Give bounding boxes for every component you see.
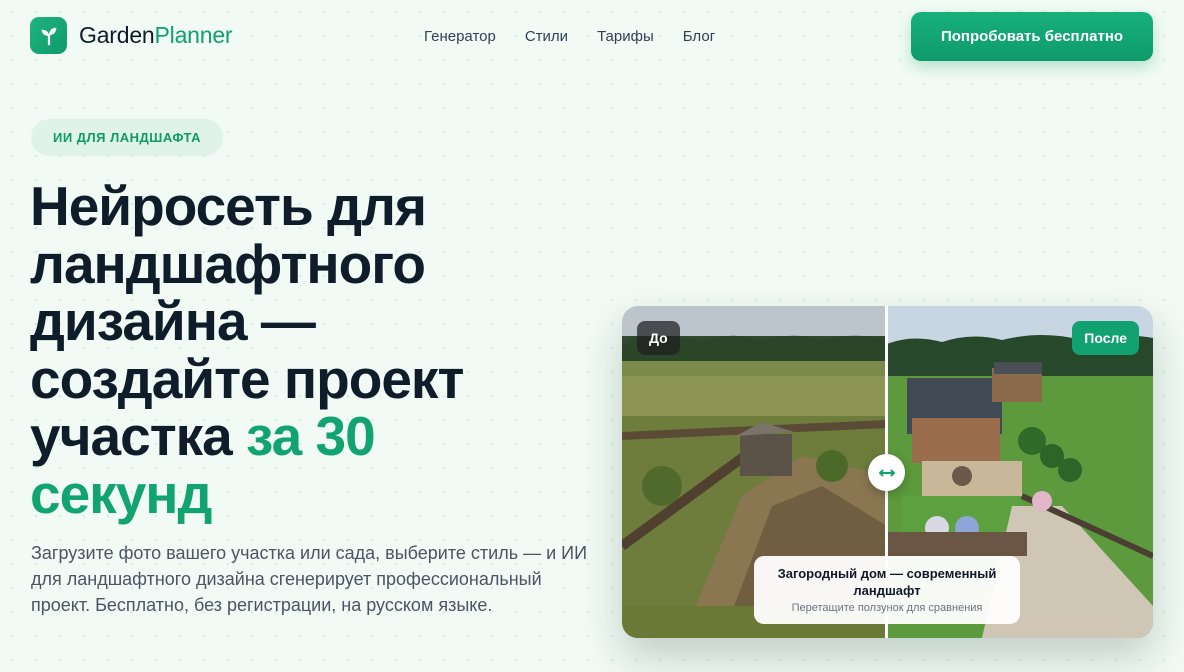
arrows-horizontal-icon <box>878 468 895 478</box>
slider-handle[interactable] <box>868 454 905 491</box>
main-nav: Генератор Стили Тарифы Блог <box>424 28 715 45</box>
caption-hint: Перетащите ползунок для сравнения <box>791 602 983 614</box>
comparison-caption: Загородный дом — современный ландшафт Пе… <box>754 556 1020 624</box>
try-free-button[interactable]: Попробовать бесплатно <box>911 12 1153 61</box>
before-after-comparison[interactable]: До После Загородный дом — современный ла… <box>622 306 1153 638</box>
caption-title: Загородный дом — современный ландшафт <box>777 566 997 598</box>
site-header: GardenPlanner Генератор Стили Тарифы Бло… <box>0 0 1184 72</box>
hero-description: Загрузите фото вашего участка или сада, … <box>31 543 588 615</box>
sprout-icon <box>30 17 67 54</box>
hero-badge: ИИ ДЛЯ ЛАНДШАФТА <box>31 119 224 156</box>
nav-item-blog[interactable]: Блог <box>683 28 715 45</box>
nav-item-styles[interactable]: Стили <box>525 28 568 45</box>
logo[interactable]: GardenPlanner <box>30 17 233 54</box>
hero-headline: Нейросеть для ландшафтного дизайна — соз… <box>30 175 464 525</box>
nav-item-pricing[interactable]: Тарифы <box>597 28 654 45</box>
brand-name: GardenPlanner <box>79 22 233 48</box>
before-label: До <box>637 321 680 355</box>
after-label: После <box>1072 321 1139 355</box>
nav-item-generator[interactable]: Генератор <box>424 28 496 45</box>
